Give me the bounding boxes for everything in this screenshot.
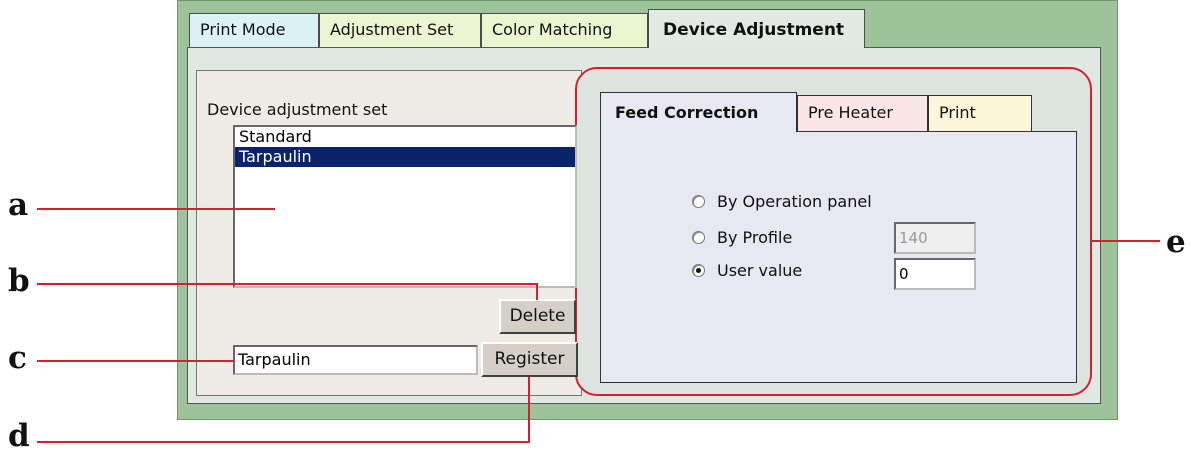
radio-by-profile[interactable]: By Profile (692, 229, 792, 249)
callout-a: a (8, 187, 29, 223)
tab-print-heater[interactable]: Print Heater (928, 95, 1032, 156)
profile-value-field: 140 (894, 222, 976, 254)
callout-b: b (8, 263, 30, 299)
callout-d-line (37, 441, 530, 443)
callout-c: c (8, 340, 27, 376)
radio-label: User value (717, 261, 803, 280)
radio-by-operation-panel[interactable]: By Operation panel (692, 193, 872, 213)
adjustment-set-list[interactable]: Standard Tarpaulin (233, 125, 577, 288)
tab-color-matching[interactable]: Color Matching (481, 13, 648, 47)
delete-button[interactable]: Delete (499, 299, 576, 334)
callout-e-line (1092, 240, 1160, 242)
feed-correction-panel (600, 131, 1077, 383)
radio-label: By Profile (717, 228, 793, 247)
tab-pre-heater[interactable]: Pre Heater (797, 95, 928, 131)
group-label: Device adjustment set (207, 100, 388, 119)
register-button[interactable]: Register (481, 342, 578, 377)
set-name-input[interactable]: Tarpaulin (233, 345, 478, 375)
tab-adjustment-set[interactable]: Adjustment Set (319, 13, 481, 47)
user-value-field[interactable]: 0 (894, 258, 976, 290)
tab-device-adjustment[interactable]: Device Adjustment (648, 9, 865, 48)
radio-icon[interactable] (692, 264, 705, 277)
callout-e: e (1166, 224, 1186, 260)
list-item[interactable]: Tarpaulin (235, 147, 575, 167)
callout-d: d (8, 418, 30, 454)
radio-icon[interactable] (692, 195, 705, 208)
tab-feed-correction[interactable]: Feed Correction (600, 92, 797, 132)
tab-print-mode[interactable]: Print Mode (189, 13, 319, 47)
callout-c-line (37, 360, 234, 362)
callout-b-line (536, 283, 538, 300)
list-item[interactable]: Standard (235, 127, 575, 147)
callout-b-line (37, 283, 538, 285)
callout-a-line (37, 208, 275, 210)
radio-label: By Operation panel (717, 192, 872, 211)
callout-d-line (528, 377, 530, 443)
radio-user-value[interactable]: User value (692, 262, 802, 282)
radio-icon[interactable] (692, 231, 705, 244)
